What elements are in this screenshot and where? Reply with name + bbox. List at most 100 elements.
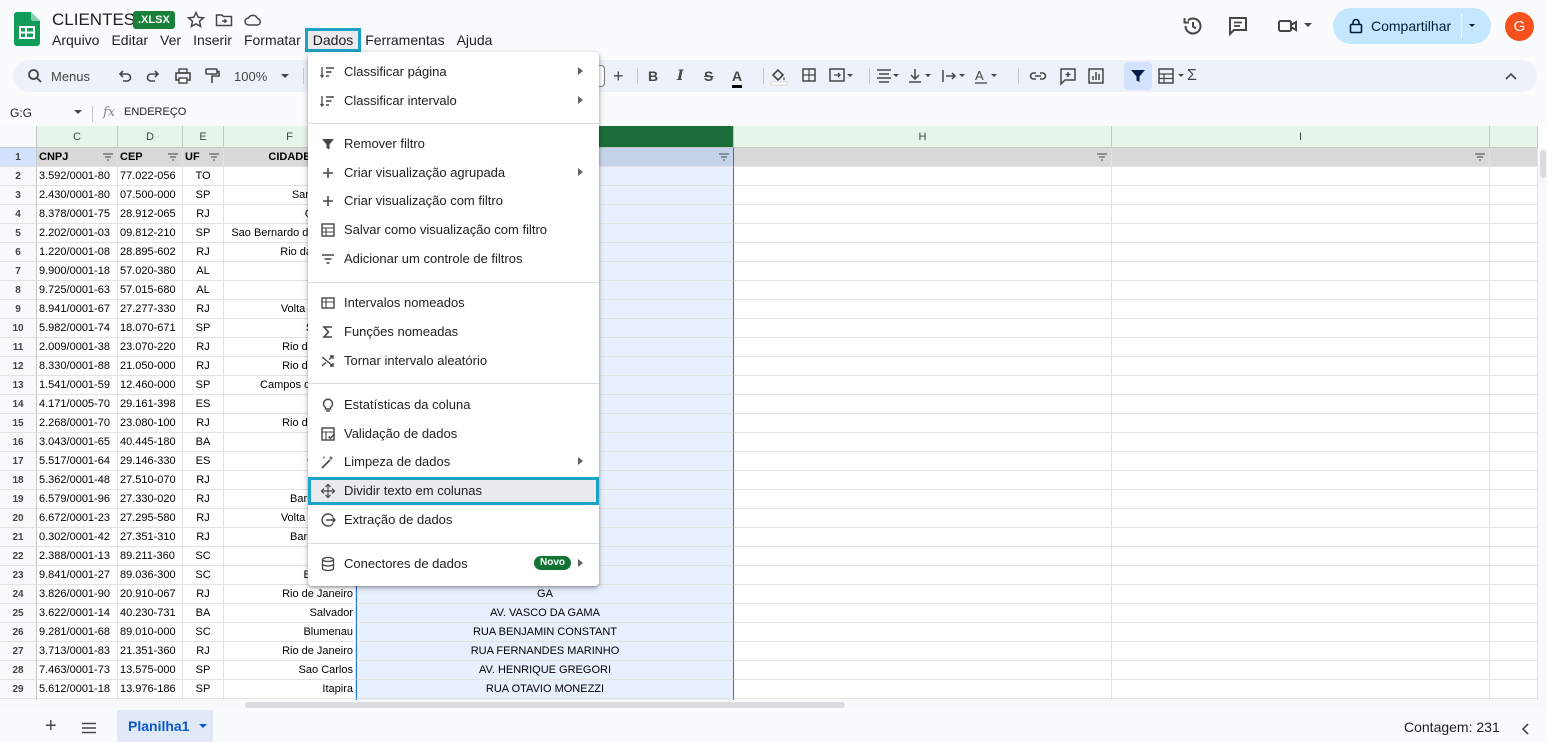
table-cell-empty[interactable] <box>1490 205 1538 224</box>
table-cell-empty[interactable] <box>734 224 1112 243</box>
table-cell-empty[interactable] <box>1490 376 1538 395</box>
row-header[interactable]: 8 <box>0 281 37 300</box>
table-cell[interactable]: 2.009/0001-38 <box>37 338 118 357</box>
menu-item-criar-visualizacao-agrupada[interactable]: Criar visualização agrupada <box>308 159 599 187</box>
table-cell[interactable]: RJ <box>183 205 224 224</box>
share-button[interactable]: Compartilhar <box>1333 8 1461 44</box>
table-cell[interactable]: SP <box>183 376 224 395</box>
table-cell-empty[interactable] <box>1490 338 1538 357</box>
table-cell[interactable]: 5.982/0001-74 <box>37 319 118 338</box>
table-cell-empty[interactable] <box>1112 452 1490 471</box>
table-cell-empty[interactable] <box>1490 243 1538 262</box>
explore-collapse-icon[interactable] <box>1521 723 1531 735</box>
table-cell[interactable]: RJ <box>183 528 224 547</box>
table-cell[interactable]: 57.020-380 <box>118 262 183 281</box>
table-cell-empty[interactable] <box>734 604 1112 623</box>
table-cell-empty[interactable] <box>1112 528 1490 547</box>
redo-icon[interactable] <box>145 66 161 86</box>
print-icon[interactable] <box>174 66 192 86</box>
table-cell-empty[interactable] <box>1112 585 1490 604</box>
header-cell-empty[interactable] <box>1112 148 1490 167</box>
table-cell-empty[interactable] <box>734 680 1112 699</box>
table-cell[interactable]: 27.351-310 <box>118 528 183 547</box>
table-cell-empty[interactable] <box>1112 395 1490 414</box>
table-cell[interactable]: BA <box>183 433 224 452</box>
table-cell-empty[interactable] <box>1490 661 1538 680</box>
table-cell-empty[interactable] <box>1490 414 1538 433</box>
row-header[interactable]: 3 <box>0 186 37 205</box>
fill-color-icon[interactable] <box>770 66 788 86</box>
table-cell[interactable]: RJ <box>183 509 224 528</box>
column-header-partial[interactable] <box>1490 126 1538 148</box>
table-cell-empty[interactable] <box>1490 471 1538 490</box>
table-cell-empty[interactable] <box>734 623 1112 642</box>
table-cell[interactable]: 13.976-186 <box>118 680 183 699</box>
table-cell-empty[interactable] <box>1112 224 1490 243</box>
table-cell-address[interactable]: AV. HENRIQUE GREGORI <box>356 661 734 680</box>
table-cell-empty[interactable] <box>734 490 1112 509</box>
menu-item-salvar-como-visualizacao-com-filtro[interactable]: Salvar como visualização com filtro <box>308 216 599 244</box>
table-cell[interactable]: 2.430/0001-80 <box>37 186 118 205</box>
row-header[interactable]: 23 <box>0 566 37 585</box>
table-cell[interactable]: 28.895-602 <box>118 243 183 262</box>
table-cell-empty[interactable] <box>734 433 1112 452</box>
table-cell[interactable]: 21.351-360 <box>118 642 183 661</box>
table-cell-empty[interactable] <box>734 528 1112 547</box>
table-cell[interactable]: 29.146-330 <box>118 452 183 471</box>
menu-item-conectores-de-dados[interactable]: Conectores de dados Novo <box>308 550 599 578</box>
table-cell-empty[interactable] <box>734 167 1112 186</box>
menu-item-adicionar-um-controle-de-filtros[interactable]: Adicionar um controle de filtros <box>308 245 599 273</box>
menu-inserir[interactable]: Inserir <box>187 30 238 50</box>
column-header-d[interactable]: D <box>118 126 183 148</box>
table-cell[interactable]: Itapira <box>224 680 356 699</box>
table-cell[interactable]: 89.211-360 <box>118 547 183 566</box>
row-header[interactable]: 12 <box>0 357 37 376</box>
horizontal-scroll-thumb[interactable] <box>245 702 845 708</box>
table-cell[interactable]: 28.912-065 <box>118 205 183 224</box>
table-cell[interactable]: 2.202/0001-03 <box>37 224 118 243</box>
table-cell[interactable]: AL <box>183 262 224 281</box>
vertical-align-icon[interactable] <box>907 66 933 86</box>
table-cell-empty[interactable] <box>734 566 1112 585</box>
table-cell-empty[interactable] <box>1112 376 1490 395</box>
increase-font-size-icon[interactable]: + <box>613 66 624 86</box>
document-title[interactable]: CLIENTES <box>52 10 135 30</box>
table-cell[interactable]: 23.070-220 <box>118 338 183 357</box>
header-cell-c[interactable]: CNPJ <box>37 148 118 167</box>
table-cell[interactable]: 40.230-731 <box>118 604 183 623</box>
table-cell-empty[interactable] <box>734 661 1112 680</box>
table-cell[interactable]: RJ <box>183 243 224 262</box>
table-cell[interactable]: 27.277-330 <box>118 300 183 319</box>
table-cell-empty[interactable] <box>734 262 1112 281</box>
table-cell-empty[interactable] <box>1112 262 1490 281</box>
table-cell-empty[interactable] <box>734 452 1112 471</box>
insert-comment-icon[interactable] <box>1059 66 1077 86</box>
table-cell[interactable]: 20.910-067 <box>118 585 183 604</box>
table-cell[interactable]: 27.510-070 <box>118 471 183 490</box>
table-cell[interactable]: RJ <box>183 414 224 433</box>
italic-icon[interactable]: I <box>677 66 684 86</box>
table-cell-empty[interactable] <box>1112 300 1490 319</box>
selection-count[interactable]: Contagem: 231 <box>1404 719 1500 735</box>
menu-item-remover-filtro[interactable]: Remover filtro <box>308 130 599 158</box>
sheet-tab-active[interactable]: Planilha1 <box>117 710 213 742</box>
vertical-scroll-thumb[interactable] <box>1540 150 1546 178</box>
table-cell[interactable]: 1.220/0001-08 <box>37 243 118 262</box>
table-cell[interactable]: SP <box>183 680 224 699</box>
table-cell[interactable]: 18.070-671 <box>118 319 183 338</box>
menu-ferramentas[interactable]: Ferramentas <box>359 30 450 50</box>
row-header[interactable]: 14 <box>0 395 37 414</box>
table-cell-empty[interactable] <box>734 414 1112 433</box>
row-header[interactable]: 13 <box>0 376 37 395</box>
table-cell-empty[interactable] <box>734 395 1112 414</box>
table-cell-address[interactable]: RUA FERNANDES MARINHO <box>356 642 734 661</box>
table-cell[interactable]: 8.330/0001-88 <box>37 357 118 376</box>
table-cell[interactable]: Rio de Janeiro <box>224 585 356 604</box>
header-cell-empty[interactable] <box>1490 148 1538 167</box>
table-cell-empty[interactable] <box>734 642 1112 661</box>
menu-item-validacao-de-dados[interactable]: Validação de dados <box>308 420 599 448</box>
menu-item-estatisticas-da-coluna[interactable]: Estatísticas da coluna <box>308 391 599 419</box>
table-cell-address[interactable]: AV. VASCO DA GAMA <box>356 604 734 623</box>
table-cell[interactable]: 5.517/0001-64 <box>37 452 118 471</box>
table-cell[interactable]: Blumenau <box>224 623 356 642</box>
